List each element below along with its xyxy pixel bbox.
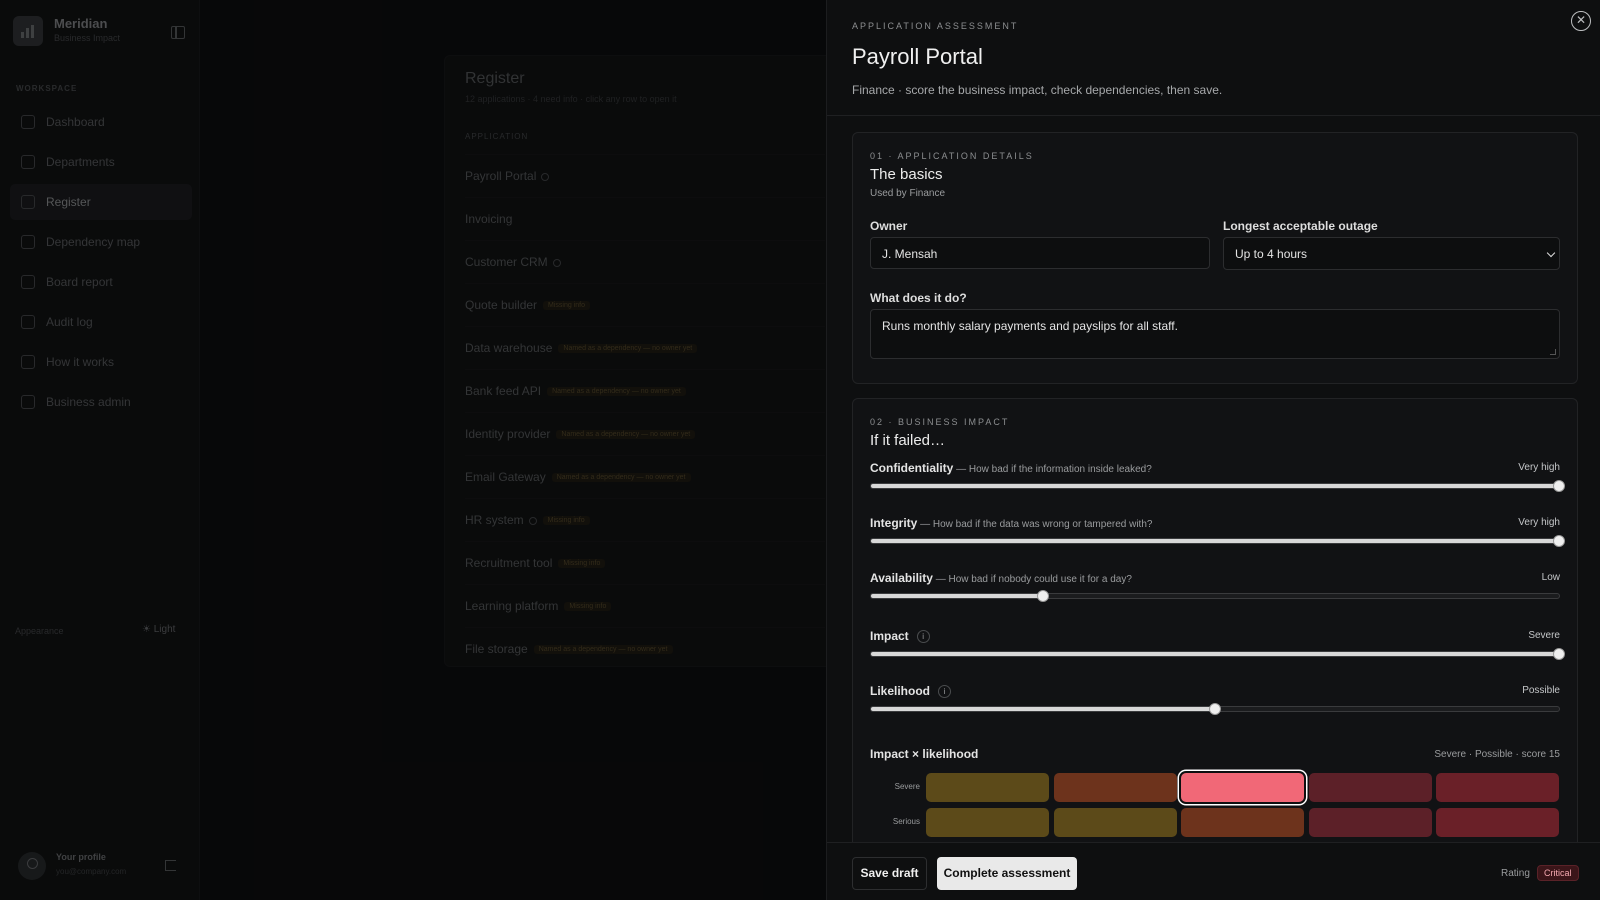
slider-name: Impact xyxy=(870,629,909,643)
slider-value: Low xyxy=(1541,572,1560,583)
matrix-cell[interactable] xyxy=(926,773,1049,802)
rating-label: Rating xyxy=(1501,868,1530,879)
outage-select-value: Up to 4 hours xyxy=(1235,247,1308,261)
matrix-label: Impact × likelihood xyxy=(870,747,979,761)
slider-description: — How bad if the data was wrong or tampe… xyxy=(917,519,1153,530)
matrix-cell[interactable] xyxy=(1308,808,1432,837)
slider-value: Severe xyxy=(1528,630,1560,641)
rating-badge: Critical xyxy=(1537,865,1579,881)
purpose-label: What does it do? xyxy=(870,291,967,305)
matrix-cell[interactable] xyxy=(1308,773,1432,802)
slider-fill xyxy=(871,707,1215,711)
complete-assessment-button[interactable]: Complete assessment xyxy=(937,857,1077,890)
info-icon[interactable]: i xyxy=(938,685,951,699)
chevron-down-icon xyxy=(1546,248,1556,258)
slider-integrity: Integrity — How bad if the data was wron… xyxy=(870,516,1565,564)
slider-value: Possible xyxy=(1522,685,1560,696)
slider-description: — How bad if the information inside leak… xyxy=(953,464,1152,475)
save-draft-button[interactable]: Save draft xyxy=(852,857,927,890)
panel-title: Payroll Portal xyxy=(852,44,983,69)
slider-thumb[interactable] xyxy=(1553,535,1565,547)
impact-card: 02 · BUSINESS IMPACT If it failed… Confi… xyxy=(852,398,1578,842)
matrix-cell[interactable] xyxy=(1053,773,1177,802)
panel-scroll-area[interactable]: 01 · APPLICATION DETAILS The basics Used… xyxy=(827,116,1600,842)
slider-value: Very high xyxy=(1518,517,1560,528)
outage-select[interactable]: Up to 4 hours xyxy=(1223,237,1560,270)
slider-label: Impact i xyxy=(870,629,930,644)
slider-track[interactable] xyxy=(870,590,1560,602)
slider-description: — How bad if nobody could use it for a d… xyxy=(932,574,1132,585)
matrix-row-label: Serious xyxy=(892,817,920,826)
slider-track[interactable] xyxy=(870,648,1565,660)
owner-field[interactable]: J. Mensah xyxy=(870,237,1210,269)
slider-name: Confidentiality xyxy=(870,461,954,475)
matrix-cell[interactable] xyxy=(1181,773,1304,802)
purpose-textarea[interactable]: Runs monthly salary payments and payslip… xyxy=(870,309,1560,359)
slider-name: Availability xyxy=(870,571,933,585)
impact-eyebrow: 02 · BUSINESS IMPACT xyxy=(870,417,1010,427)
matrix-row-label: Severe xyxy=(894,782,920,791)
slider-availability: Availability — How bad if nobody could u… xyxy=(870,571,1560,619)
modal-backdrop[interactable] xyxy=(0,0,826,900)
impact-title: If it failed… xyxy=(870,432,946,449)
slider-fill xyxy=(871,594,1043,598)
matrix-row: Serious xyxy=(870,808,1560,842)
matrix-cell[interactable] xyxy=(926,808,1049,837)
app-root: Meridian Business Impact WORKSPACE Dashb… xyxy=(0,0,1600,900)
owner-label: Owner xyxy=(870,219,908,233)
risk-matrix: Severe Serious xyxy=(870,773,1560,842)
slider-fill xyxy=(871,652,1559,656)
matrix-cell[interactable] xyxy=(1436,773,1559,802)
details-subtitle: Used by Finance xyxy=(870,188,946,199)
panel-eyebrow: APPLICATION ASSESSMENT xyxy=(852,21,1019,31)
slider-name: Likelihood xyxy=(870,684,930,698)
info-icon[interactable]: i xyxy=(916,630,930,644)
matrix-row: Severe xyxy=(870,773,1560,808)
outage-label: Longest acceptable outage xyxy=(1223,219,1378,233)
slider-thumb[interactable] xyxy=(1553,480,1565,492)
matrix-cell[interactable] xyxy=(1436,808,1559,837)
matrix-score: Severe · Possible · score 15 xyxy=(1434,749,1560,760)
resize-handle-icon[interactable] xyxy=(1550,349,1556,355)
slider-impact: Impact i Severe xyxy=(870,629,1565,677)
slider-confidentiality: Confidentiality — How bad if the informa… xyxy=(870,461,1565,509)
slider-thumb[interactable] xyxy=(1209,703,1221,715)
slider-value: Very high xyxy=(1518,462,1560,473)
matrix-cell[interactable] xyxy=(1181,808,1304,837)
matrix-cell[interactable] xyxy=(1053,808,1177,837)
slider-thumb[interactable] xyxy=(1553,648,1565,660)
slider-track[interactable] xyxy=(870,535,1565,547)
slider-name: Integrity xyxy=(870,516,918,530)
slider-label: Likelihood i xyxy=(870,684,951,699)
slider-track[interactable] xyxy=(870,703,1560,715)
assessment-panel: APPLICATION ASSESSMENT Payroll Portal Fi… xyxy=(826,0,1600,900)
slider-fill xyxy=(871,484,1559,488)
slider-thumb[interactable] xyxy=(1037,590,1049,602)
panel-footer: Save draft Complete assessment Rating Cr… xyxy=(827,842,1600,900)
panel-subtitle: Finance · score the business impact, che… xyxy=(852,83,1223,97)
slider-fill xyxy=(871,539,1559,543)
details-title: The basics xyxy=(870,166,943,183)
purpose-text: Runs monthly salary payments and payslip… xyxy=(882,319,1178,333)
matrix-header: Impact × likelihood Severe · Possible · … xyxy=(870,747,1560,763)
slider-label: Availability — How bad if nobody could u… xyxy=(870,571,1132,585)
slider-likelihood: Likelihood i Possible xyxy=(870,684,1560,732)
details-eyebrow: 01 · APPLICATION DETAILS xyxy=(870,151,1034,161)
close-icon[interactable]: ✕ xyxy=(1571,11,1591,31)
slider-label: Confidentiality — How bad if the informa… xyxy=(870,461,1152,475)
slider-label: Integrity — How bad if the data was wron… xyxy=(870,516,1152,530)
slider-track[interactable] xyxy=(870,480,1565,492)
details-card: 01 · APPLICATION DETAILS The basics Used… xyxy=(852,132,1578,384)
